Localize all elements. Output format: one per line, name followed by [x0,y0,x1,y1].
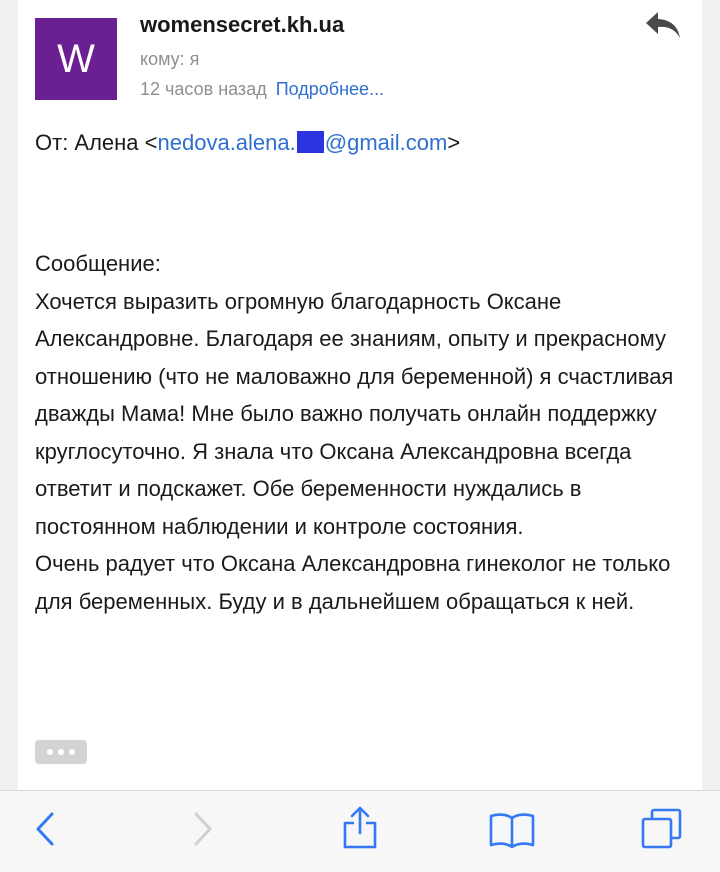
show-quoted-button[interactable] [35,740,87,764]
from-prefix: От: Алена < [35,130,158,155]
sender-name: womensecret.kh.ua [140,12,345,37]
browser-toolbar [0,790,720,872]
email-time: 12 часов назад [140,79,267,99]
message-paragraph: Очень радует что Оксана Александровна ги… [35,551,671,614]
tabs-icon[interactable] [640,807,684,851]
from-suffix: > [447,130,461,155]
from-line: От: Алена <nedova.alena. @gmail.com> [35,130,460,156]
email-card: W womensecret.kh.ua кому: я 12 часов наз… [18,0,702,790]
email-meta: 12 часов назад Подробнее... [140,79,384,100]
share-icon[interactable] [340,805,380,849]
message-heading: Сообщение: [35,251,161,276]
reply-icon[interactable] [644,10,682,40]
from-email-start[interactable]: nedova.alena. [158,130,296,155]
message-body: Сообщение: Хочется выразить огромную бла… [35,245,695,620]
bookmarks-icon[interactable] [488,811,536,849]
from-email-end[interactable]: @gmail.com [325,130,448,155]
sender-avatar: W [35,18,117,100]
details-link[interactable]: Подробнее... [276,79,384,99]
message-paragraph: Хочется выразить огромную благодарность … [35,288,674,539]
recipient-line: кому: я [140,49,200,69]
redaction-box [296,131,324,153]
forward-icon[interactable] [192,811,214,847]
back-icon[interactable] [34,811,56,847]
